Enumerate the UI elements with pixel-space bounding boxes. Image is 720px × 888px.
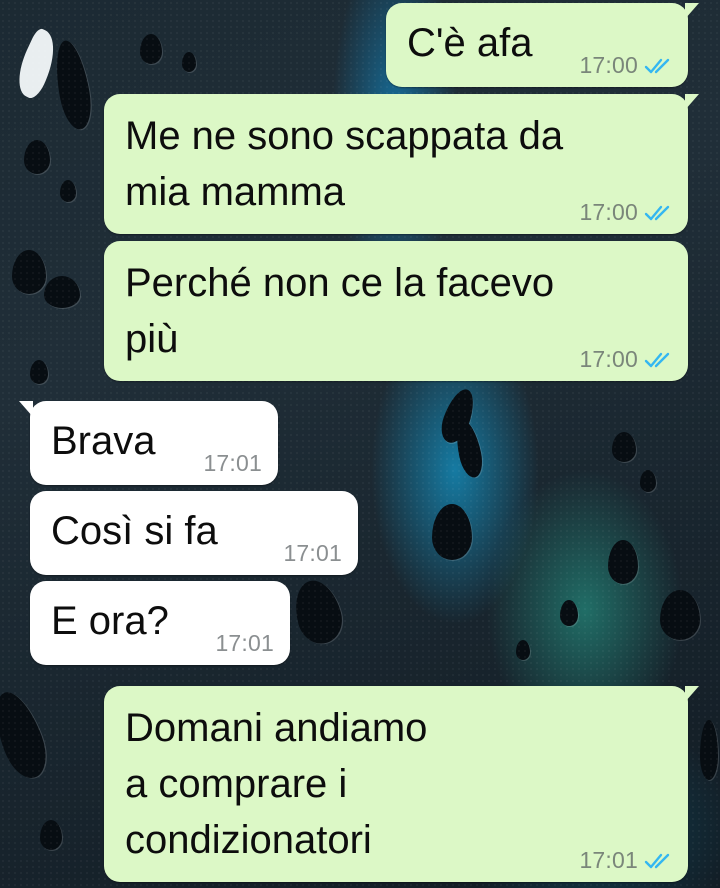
incoming-message[interactable]: Brava 17:01 (19, 401, 278, 485)
message-timestamp: 17:01 (283, 540, 342, 566)
message-meta: 17:00 (579, 199, 672, 226)
message-timestamp: 17:00 (579, 199, 638, 225)
message-timestamp: 17:00 (579, 52, 638, 78)
message-meta: 17:01 (283, 540, 342, 567)
double-check-icon (644, 853, 670, 868)
message-meta: 17:00 (579, 346, 672, 373)
incoming-message[interactable]: Così si fa 17:01 (30, 491, 358, 575)
outgoing-message[interactable]: C'è afa 17:00 (386, 3, 699, 87)
message-text: Me ne sono scappata da mia mamma (125, 114, 564, 214)
double-check-icon (644, 205, 670, 220)
message-timestamp: 17:01 (579, 847, 638, 873)
message-text: Perché non ce la facevo più (125, 261, 555, 361)
message-meta: 17:01 (579, 847, 672, 874)
outgoing-message[interactable]: Domani andiamo a comprare i condizionato… (104, 686, 699, 882)
message-text: C'è afa (407, 21, 533, 65)
double-check-icon (644, 58, 670, 73)
message-list: C'è afa 17:00 Me ne sono scappata da mia… (0, 0, 720, 888)
message-text: Domani andiamo a comprare i condizionato… (125, 706, 428, 862)
message-meta: 17:01 (215, 630, 274, 657)
message-meta: 17:00 (579, 52, 672, 79)
incoming-message[interactable]: E ora? 17:01 (30, 581, 290, 665)
outgoing-message[interactable]: Me ne sono scappata da mia mamma 17:00 (104, 94, 699, 234)
outgoing-message[interactable]: Perché non ce la facevo più 17:00 (104, 241, 688, 381)
message-meta: 17:01 (203, 450, 262, 477)
message-text: Brava (51, 419, 156, 463)
double-check-icon (644, 352, 670, 367)
message-text: E ora? (51, 599, 169, 643)
message-text: Così si fa (51, 509, 218, 553)
message-timestamp: 17:01 (215, 630, 274, 656)
message-timestamp: 17:00 (579, 346, 638, 372)
message-timestamp: 17:01 (203, 450, 262, 476)
